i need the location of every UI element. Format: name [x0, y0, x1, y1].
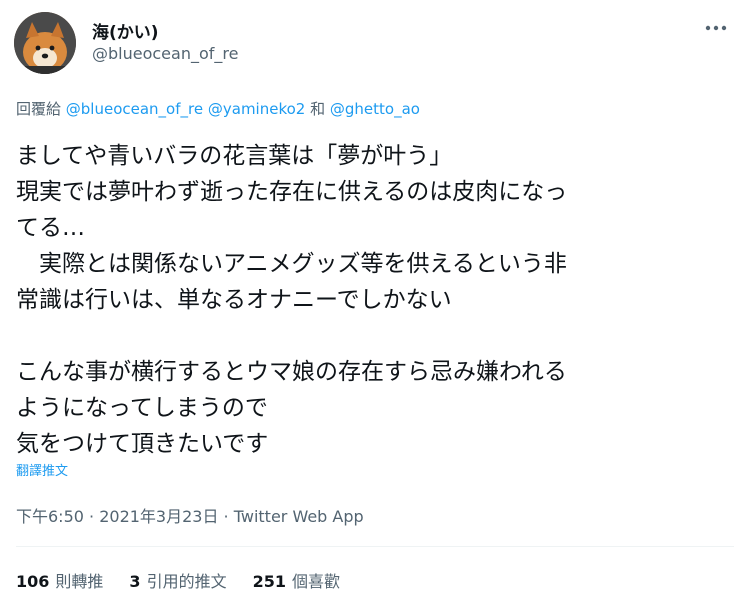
quotes-label: 引用的推文 — [146, 572, 227, 591]
tweet-text: ましてや青いバラの花言葉は「夢が叶う」 現実では夢叶わず逝った存在に供えるのは皮… — [16, 143, 568, 457]
divider — [16, 546, 734, 547]
more-horizontal-icon — [705, 25, 727, 31]
timestamp-separator: · — [83, 507, 100, 526]
quote-tweets-stat[interactable]: 3 引用的推文 — [129, 568, 226, 592]
likes-stat[interactable]: 251 個喜歡 — [253, 568, 340, 592]
timestamp-separator-2: · — [218, 507, 234, 526]
shiba-dog-avatar-icon — [14, 12, 76, 74]
reply-mention-ghetto[interactable]: @ghetto_ao — [330, 100, 420, 118]
reply-separator-and: 和 — [305, 100, 330, 118]
reply-context: 回覆給 @blueocean_of_re @yamineko2 和 @ghett… — [16, 98, 420, 119]
tweet-stats: 106 則轉推 3 引用的推文 251 個喜歡 — [16, 568, 340, 592]
author-handle[interactable]: @blueocean_of_re — [92, 44, 238, 63]
likes-label: 個喜歡 — [291, 572, 340, 591]
reply-mention-blueocean[interactable]: @blueocean_of_re — [66, 100, 203, 118]
tweet-source[interactable]: Twitter Web App — [234, 507, 364, 526]
retweets-count: 106 — [16, 572, 50, 591]
quotes-count: 3 — [129, 572, 141, 591]
likes-count: 251 — [252, 572, 286, 591]
tweet-time[interactable]: 下午6:50 — [16, 507, 84, 526]
author-display-name[interactable]: 海(かい) — [92, 18, 159, 43]
tweet-timestamp: 下午6:50 · 2021年3月23日 · Twitter Web App — [16, 503, 364, 527]
retweets-stat[interactable]: 106 則轉推 — [16, 568, 103, 592]
more-options-button[interactable] — [702, 18, 730, 38]
retweets-label: 則轉推 — [55, 572, 104, 591]
reply-mention-yamineko[interactable]: @yamineko2 — [208, 100, 305, 118]
reply-prefix: 回覆給 — [16, 100, 66, 118]
author-avatar[interactable] — [14, 12, 76, 74]
tweet-date[interactable]: 2021年3月23日 — [99, 507, 218, 526]
translate-tweet-link[interactable]: 翻譯推文 — [16, 460, 68, 479]
